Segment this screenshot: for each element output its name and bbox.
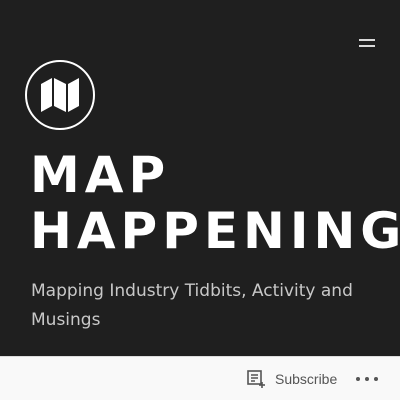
more-horizontal-icon-dot [365, 377, 369, 381]
reader-subscribe-icon [247, 370, 265, 388]
site-logo[interactable] [25, 60, 95, 130]
subscribe-button[interactable]: Subscribe [246, 365, 337, 393]
site-title-line: HAPPENINGS [30, 202, 400, 259]
subscribe-label: Subscribe [275, 371, 338, 387]
menu-toggle-button[interactable] [358, 35, 378, 51]
more-horizontal-icon [356, 377, 360, 381]
hamburger-menu-icon-bar [359, 45, 375, 47]
site-tagline: Mapping Industry Tidbits, Activity and M… [31, 281, 353, 330]
more-horizontal-icon-dot [374, 377, 378, 381]
folded-map-icon [41, 78, 79, 112]
hamburger-menu-icon [359, 39, 375, 41]
more-options-button[interactable] [356, 369, 378, 389]
action-bar: Subscribe [0, 356, 400, 400]
site-title[interactable]: MAP HAPPENINGS [30, 147, 400, 259]
site-title-line: MAP [30, 147, 171, 204]
